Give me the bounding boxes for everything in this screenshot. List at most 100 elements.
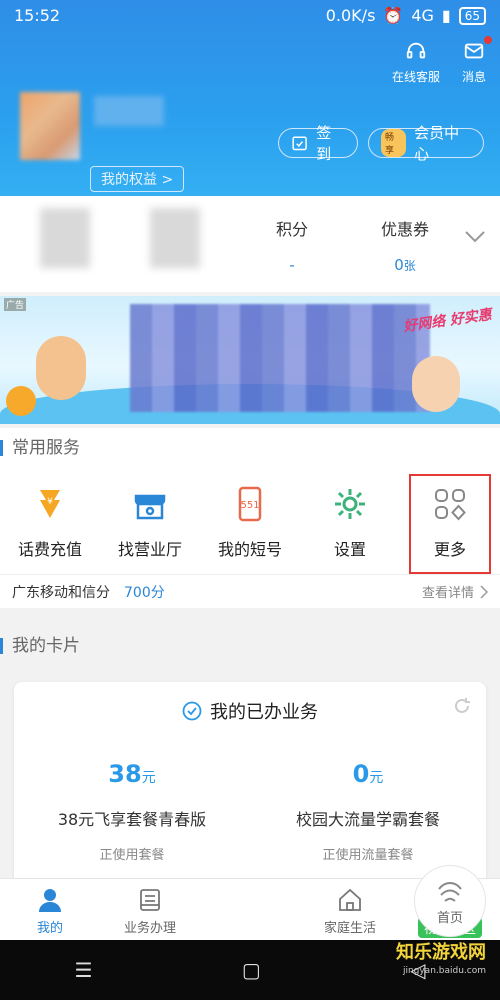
view-details-link[interactable]: 查看详情 (422, 582, 488, 601)
service-recharge[interactable]: ¥ 话费充值 (0, 474, 100, 574)
mail-icon (464, 43, 484, 59)
card-title: 我的已办业务 (210, 702, 318, 723)
service-label: 设置 (333, 540, 366, 559)
promo-banner[interactable]: 广告 好网络 好实惠 (0, 296, 500, 424)
nav-label: 首页 (436, 910, 463, 926)
alarm-icon: ⏰ (383, 6, 404, 25)
credit-value: 700分 (124, 584, 165, 601)
kid-illustration-right (412, 356, 460, 412)
status-bar: 15:52 0.0K/s ⏰ 4G ▮ 65 (0, 0, 500, 32)
points-card: 积分 - 优惠券 0张 (0, 196, 500, 292)
coin-illustration (6, 386, 36, 416)
online-service-button[interactable]: 在线客服 (392, 40, 440, 85)
svg-text:551: 551 (240, 500, 259, 511)
nav-home[interactable]: 首页 (414, 865, 486, 937)
package-status: 正使用套餐 (99, 848, 165, 863)
common-services: 常用服务 ¥ 话费充值 找营业厅 551 我的短号 设置 更多 广东移动和信分 … (0, 428, 500, 608)
checkin-button[interactable]: 签到 (278, 124, 358, 163)
net-speed: 0.0K/s (325, 6, 376, 25)
service-label: 我的短号 (217, 540, 282, 559)
messages-label: 消息 (461, 70, 486, 84)
handled-business-card[interactable]: 我的已办业务 38元 38元飞享套餐青春版 正使用套餐 0元 校园大流量学霸套餐… (14, 682, 486, 892)
cards-title: 我的卡片 (0, 626, 500, 666)
refresh-icon[interactable] (452, 696, 472, 716)
services-grid: ¥ 话费充值 找营业厅 551 我的短号 设置 更多 (0, 474, 500, 574)
member-badge: 畅享 (381, 129, 407, 157)
package-amount: 0 (352, 760, 370, 788)
package-item[interactable]: 38元 38元飞享套餐青春版 正使用套餐 (14, 760, 250, 863)
person-icon (39, 889, 61, 912)
package-item[interactable]: 0元 校园大流量学霸套餐 正使用流量套餐 (250, 760, 486, 863)
phone-551-icon: 551 (238, 486, 262, 522)
watermark: 知乐游戏网 jingyan.baidu.com (396, 944, 486, 980)
avatar[interactable] (20, 92, 80, 160)
my-cards-section: 我的卡片 我的已办业务 38元 38元飞享套餐青春版 正使用套餐 0元 校园大流… (0, 624, 500, 892)
nav-home-slot: 首页 (200, 865, 486, 940)
points-value: - (289, 256, 295, 274)
ad-tag: 广告 (4, 298, 27, 311)
member-center-label: 会员中心 (414, 124, 460, 163)
nav-label: 业务办理 (123, 921, 176, 936)
battery-level: 65 (458, 6, 486, 25)
coupons-label: 优惠券 (380, 220, 429, 239)
blurred-data-2 (150, 208, 200, 268)
package-name: 38元飞享套餐青春版 (57, 810, 207, 829)
gear-icon (335, 489, 365, 519)
package-amount: 38 (108, 760, 142, 788)
bottom-nav: 我的 业务办理 首页 家庭生活 视频专区 (0, 865, 500, 940)
checkin-label: 签到 (316, 124, 332, 163)
package-amount-wrap: 38元 (14, 760, 250, 788)
coupons-unit: 张 (403, 259, 416, 273)
package-unit: 元 (141, 770, 156, 786)
coupons-stat[interactable]: 优惠券 0张 (370, 216, 440, 274)
service-settings[interactable]: 设置 (300, 474, 400, 574)
network-type: 4G (411, 6, 434, 25)
online-service-label: 在线客服 (391, 70, 440, 84)
check-circle-icon (182, 701, 202, 721)
headset-icon (406, 42, 426, 59)
package-amount-wrap: 0元 (250, 760, 486, 788)
package-unit: 元 (369, 770, 384, 786)
services-title: 常用服务 (0, 428, 500, 468)
status-time: 15:52 (14, 6, 61, 25)
unread-dot (484, 36, 492, 44)
home-square-icon[interactable]: ▢ (242, 958, 261, 982)
service-store[interactable]: 找营业厅 (100, 474, 200, 574)
blurred-data-1 (40, 208, 90, 268)
document-icon (140, 889, 160, 911)
package-status: 正使用流量套餐 (322, 848, 414, 863)
nav-family[interactable]: 家庭生活 (300, 879, 400, 940)
nav-mine[interactable]: 我的 (0, 879, 100, 940)
house-icon (339, 888, 361, 911)
user-name-blurred (94, 96, 164, 126)
china-mobile-logo-icon (438, 881, 462, 902)
recharge-icon: ¥ (40, 490, 60, 518)
coupons-value-wrap: 0张 (370, 256, 440, 274)
nav-label: 家庭生活 (323, 921, 376, 936)
service-label: 更多 (433, 540, 466, 559)
credit-label: 广东移动和信分 (12, 584, 110, 601)
more-grid-icon (435, 489, 466, 521)
chevron-down-icon[interactable] (464, 230, 486, 244)
my-rights-link[interactable]: 我的权益 > (90, 166, 185, 192)
package-name: 校园大流量学霸套餐 (295, 810, 440, 829)
service-label: 找营业厅 (117, 540, 182, 559)
service-more[interactable]: 更多 (409, 474, 491, 574)
watermark-main: 知乐游戏网 (396, 942, 486, 963)
banner-mosaic (130, 304, 430, 412)
nav-business[interactable]: 业务办理 (100, 879, 200, 940)
watermark-sub: jingyan.baidu.com (402, 966, 486, 976)
menu-icon[interactable]: ☰ (75, 958, 93, 982)
nav-label: 我的 (36, 921, 63, 936)
messages-button[interactable]: 消息 (461, 36, 492, 85)
store-icon (134, 494, 166, 520)
view-details-label: 查看详情 (421, 586, 474, 601)
credit-score-row[interactable]: 广东移动和信分 700分 查看详情 (0, 574, 500, 608)
points-stat[interactable]: 积分 - (262, 216, 322, 274)
points-label: 积分 (275, 220, 308, 239)
coupons-value: 0 (394, 256, 404, 274)
signal-icon: ▮ (441, 6, 451, 25)
member-center-button[interactable]: 畅享 会员中心 (368, 124, 484, 163)
status-right: 0.0K/s ⏰ 4G ▮ 65 (326, 6, 486, 25)
service-short-number[interactable]: 551 我的短号 (200, 474, 300, 574)
